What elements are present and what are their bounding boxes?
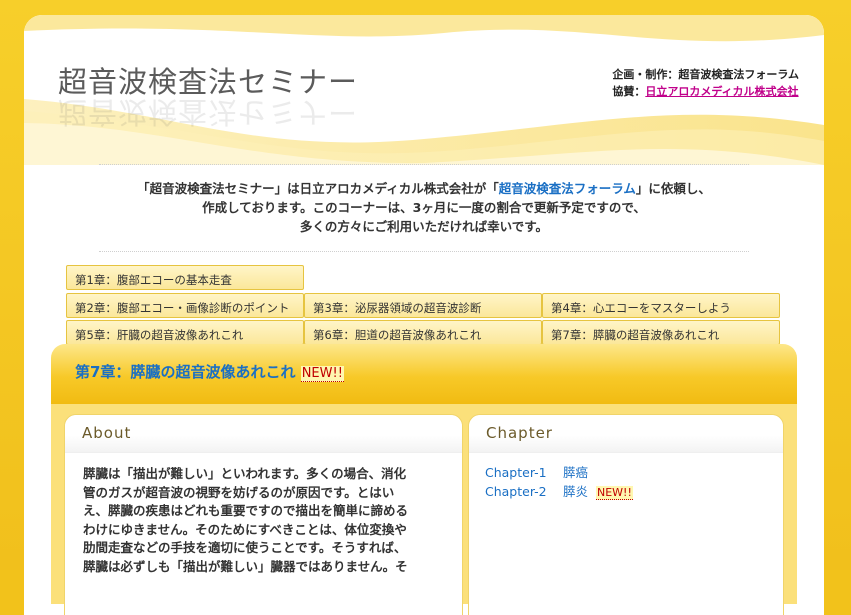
- current-chapter-bar: 第7章：膵臓の超音波像あれこれ NEW!!: [51, 344, 797, 404]
- credits-sponsor: 協賛：日立アロカメディカル株式会社: [612, 83, 799, 100]
- intro-line-2: 作成しております。このコーナーは、3ヶ月に一度の割合で更新予定ですので、: [202, 200, 646, 215]
- tab-chapter-3[interactable]: 第3章：泌尿器領域の超音波診断: [304, 293, 542, 318]
- chapter-item-1[interactable]: Chapter-1 膵癌: [485, 463, 783, 482]
- chapter-item-2[interactable]: Chapter-2 膵炎 NEW!!: [485, 482, 783, 502]
- main-page: 超音波検査法セミナー 超音波検査法セミナー 企画・制作：超音波検査法フォーラム …: [24, 15, 824, 615]
- forum-link[interactable]: 超音波検査法フォーラム: [499, 181, 636, 196]
- chapter-list: Chapter-1 膵癌 Chapter-2 膵炎 NEW!!: [469, 453, 783, 502]
- chapter-panel: Chapter Chapter-1 膵癌 Chapter-2 膵炎 NEW!!: [468, 414, 784, 615]
- new-badge: NEW!!: [596, 486, 633, 500]
- intro-line-1: 「超音波検査法セミナー」は日立アロカメディカル株式会社が「超音波検査法フォーラム…: [137, 181, 711, 196]
- credits-producer: 企画・制作：超音波検査法フォーラム: [612, 68, 799, 81]
- about-heading: About: [65, 415, 462, 453]
- credits: 企画・制作：超音波検査法フォーラム 協賛：日立アロカメディカル株式会社: [612, 66, 799, 100]
- tab-chapter-6[interactable]: 第6章：胆道の超音波像あれこれ: [304, 320, 542, 345]
- tab-chapter-5[interactable]: 第5章：肝臓の超音波像あれこれ: [66, 320, 304, 345]
- chapter-heading: Chapter: [469, 415, 783, 453]
- credits-sponsor-label: 協賛：: [612, 85, 646, 98]
- tab-chapter-7[interactable]: 第7章：膵臓の超音波像あれこれ: [542, 320, 780, 345]
- intro-text: 「超音波検査法セミナー」は日立アロカメディカル株式会社が「超音波検査法フォーラム…: [99, 164, 749, 252]
- new-badge: NEW!!: [300, 366, 344, 382]
- site-title-reflection: 超音波検査法セミナー: [58, 95, 359, 129]
- current-chapter-title: 第7章：膵臓の超音波像あれこれ NEW!!: [75, 363, 344, 382]
- tab-chapter-4[interactable]: 第4章：心エコーをマスターしよう: [542, 293, 780, 318]
- tab-chapter-2[interactable]: 第2章：腹部エコー・画像診断のポイント: [66, 293, 304, 318]
- tab-chapter-1[interactable]: 第1章：腹部エコーの基本走査: [66, 265, 304, 290]
- sponsor-link[interactable]: 日立アロカメディカル株式会社: [645, 85, 798, 98]
- about-text: 膵臓は「描出が難しい」といわれます。多くの場合、消化 管のガスが超音波の視野を妨…: [83, 466, 409, 574]
- intro-line-3: 多くの方々にご利用いただければ幸いです。: [299, 219, 549, 234]
- about-panel: About 膵臓は「描出が難しい」といわれます。多くの場合、消化 管のガスが超音…: [64, 414, 463, 615]
